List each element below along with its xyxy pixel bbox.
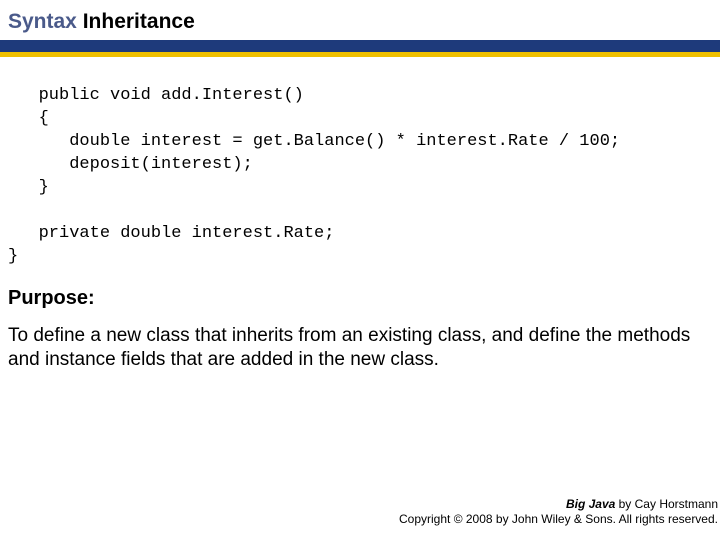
footer: Big Java by Cay Horstmann Copyright © 20… — [399, 497, 720, 528]
divider-blue — [0, 40, 720, 52]
footer-copyright: Copyright © 2008 by John Wiley & Sons. A… — [399, 512, 718, 528]
title-prefix: Syntax — [8, 10, 77, 33]
footer-line1: Big Java by Cay Horstmann — [399, 497, 718, 513]
purpose-text: To define a new class that inherits from… — [0, 314, 720, 373]
slide-header: Syntax Inheritance — [0, 0, 720, 40]
footer-book: Big Java — [566, 497, 615, 511]
purpose-heading: Purpose: — [0, 279, 720, 314]
title-topic: Inheritance — [83, 10, 195, 33]
slide-title: Syntax Inheritance — [8, 10, 712, 34]
code-block: public void add.Interest() { double inte… — [0, 57, 720, 279]
footer-author: by Cay Horstmann — [615, 497, 718, 511]
